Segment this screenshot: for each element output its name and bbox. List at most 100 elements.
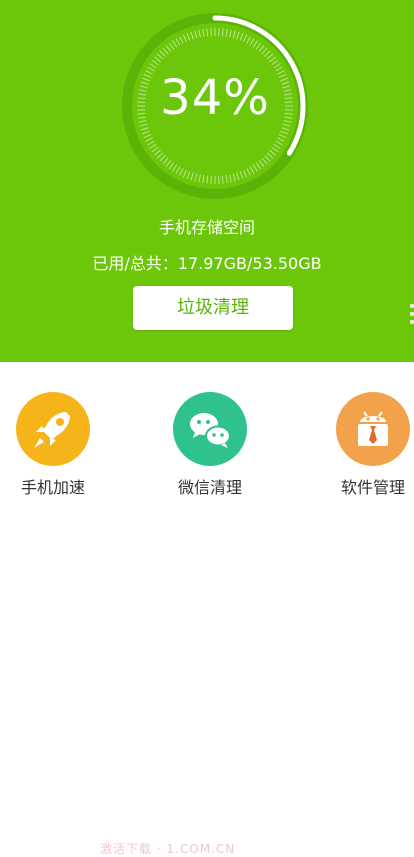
gauge-tick [187,171,190,178]
gauge-tick [199,174,201,182]
gauge-tick [141,128,149,130]
gauge-tick [280,131,287,134]
gauge-tick [243,170,246,177]
gauge-tick [169,43,174,49]
gauge-tick [247,168,251,175]
gauge-tick [183,35,186,42]
gauge-tick [267,153,273,158]
gauge-tick [240,171,243,178]
tool-label: 微信清理 [155,474,265,498]
gauge-tick [272,147,278,152]
gauge-tick [247,37,251,44]
gauge-tick [157,153,163,158]
gauge-tick [163,158,168,164]
gauge-tick [250,38,254,45]
gauge-tick [253,165,257,172]
gauge-tick [160,51,166,57]
gauge-tick [250,167,254,174]
gauge-tick [150,64,157,68]
wechat-icon [173,392,247,466]
gauge-tick [173,165,177,172]
tool-icon-circle [336,392,410,466]
storage-panel: 34% 手机存储空间 已用/总共：17.97GB/53.50GB 垃圾清理 [0,0,414,362]
junk-clean-button[interactable]: 垃圾清理 [133,286,293,330]
gauge-tick [259,160,264,166]
storage-usage: 已用/总共：17.97GB/53.50GB [0,250,414,274]
tool-label: 软件管理 [318,474,414,498]
gauge-tick [222,176,223,184]
gauge-tick [253,41,257,48]
android-box-icon [336,392,410,466]
more-indicator-icon [408,300,414,360]
gauge-tick [222,28,223,36]
gauge-tick [207,28,208,36]
gauge-tick [154,150,160,155]
gauge-tick [243,35,246,42]
watermark: 激活下载 · 1.COM.CN [100,840,235,857]
gauge-tick [154,57,160,62]
gauge-tick [187,33,190,40]
gauge-tick [191,173,193,181]
gauge-tick [230,30,232,38]
tool-icon-circle [173,392,247,466]
gauge-tick [226,29,227,37]
gauge-tick [259,45,264,51]
gauge-tick [173,41,177,48]
gauge-tick [166,160,171,166]
gauge-tick [282,128,290,130]
gauge-tick [152,60,158,65]
gauge-tick [264,155,270,161]
gauge-tick [267,54,273,59]
gauge-tick [157,54,163,59]
gauge-tick [233,174,235,182]
tools-panel: 手机加速 微信清理 [0,362,414,509]
gauge-tick [160,155,166,161]
gauge-tick [195,31,197,39]
gauge-tick [274,64,281,68]
rocket-icon [16,392,90,466]
gauge-tick [274,144,281,148]
gauge-tick [256,43,261,49]
gauge-tick [230,174,232,182]
gauge-tick [169,163,174,169]
storage-percent: 34% [117,70,313,126]
gauge-tick [276,141,283,145]
gauge-tick [237,32,239,40]
gauge-tick [180,37,184,44]
gauge-tick [203,29,204,37]
gauge-tick [142,131,149,134]
storage-title: 手机存储空间 [0,214,414,238]
gauge-tick [203,175,204,183]
gauge-tick [152,147,158,152]
gauge-tick [237,173,239,181]
gauge-tick [277,138,284,142]
gauge-tick [264,51,270,57]
tool-wechat-clean[interactable]: 微信清理 [155,392,265,498]
gauge-tick [180,168,184,175]
gauge-tick [272,60,278,65]
gauge-tick [256,163,261,169]
gauge-tick [233,31,235,39]
gauge-tick [195,174,197,182]
gauge-tick [269,57,275,62]
tool-phone-boost[interactable]: 手机加速 [0,392,108,498]
gauge-tick [262,48,267,54]
gauge-tick [150,144,157,148]
gauge-tick [207,176,208,184]
gauge-tick [166,45,171,51]
gauge-tick [191,32,193,40]
gauge-tick [176,167,180,174]
gauge-tick [262,158,267,164]
gauge-tick [183,170,186,177]
tool-app-manager[interactable]: 软件管理 [318,392,414,498]
gauge-tick [163,48,168,54]
gauge-tick [279,134,286,137]
gauge-tick [144,134,151,137]
tool-icon-circle [16,392,90,466]
gauge-tick [269,150,275,155]
gauge-tick [176,38,180,45]
gauge-tick [147,141,154,145]
gauge-tick [199,30,201,38]
gauge-tick [146,138,153,142]
tool-label: 手机加速 [0,474,108,498]
